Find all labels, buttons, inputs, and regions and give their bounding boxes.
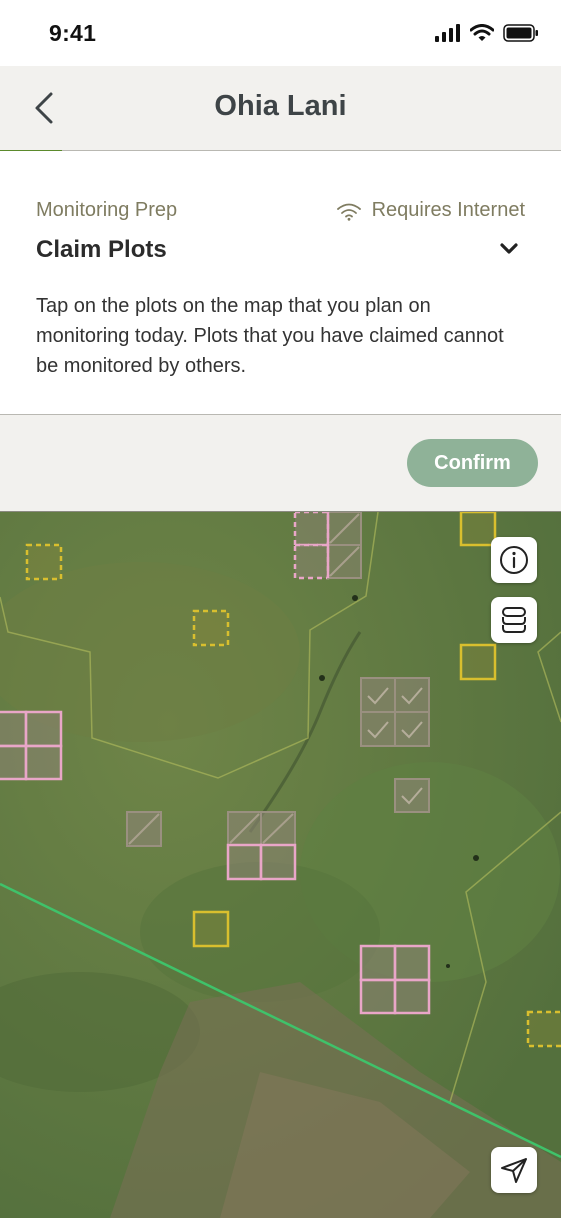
navigation-arrow-icon [501, 1158, 527, 1183]
plot-claimed[interactable] [24, 710, 63, 748]
plot-taken[interactable] [126, 811, 162, 847]
dark-spot [446, 964, 450, 968]
requires-internet-note: Requires Internet [336, 199, 525, 222]
header: Ohia Lani [0, 66, 561, 151]
plot-claimed[interactable] [259, 843, 297, 881]
action-bar: Confirm [0, 415, 561, 512]
map-layers-button[interactable] [491, 597, 537, 643]
plot-claimed[interactable] [0, 710, 28, 748]
plot-available[interactable] [459, 512, 497, 547]
map-view[interactable] [0, 512, 561, 1218]
plot-available[interactable] [192, 910, 230, 948]
chevron-down-icon [500, 243, 518, 254]
signal-icon [435, 24, 460, 42]
step-label: Monitoring Prep [36, 199, 178, 221]
status-icons [435, 24, 539, 42]
requires-internet-label: Requires Internet [371, 199, 525, 221]
map-info-button[interactable] [491, 537, 537, 583]
plot-claimed[interactable] [24, 744, 63, 781]
status-bar: 9:41 [0, 0, 561, 66]
plot-claimed[interactable] [393, 944, 431, 982]
map-canvas[interactable] [0, 512, 561, 1218]
step-title: Claim Plots [36, 236, 167, 263]
plot-available[interactable] [192, 609, 230, 647]
plot-claimed[interactable] [226, 843, 263, 881]
wifi-status-icon [470, 24, 494, 41]
plot-monitored[interactable] [394, 778, 430, 813]
info-icon [500, 546, 528, 574]
confirm-button[interactable]: Confirm [407, 439, 538, 487]
plot-claimed[interactable] [359, 978, 397, 1015]
wifi-icon [336, 203, 361, 221]
status-time: 9:41 [49, 20, 97, 46]
dark-spot [319, 675, 325, 681]
step-description: Tap on the plots on the map that you pla… [36, 295, 504, 377]
plot-available[interactable] [25, 543, 63, 581]
dark-spot [473, 855, 479, 861]
page-title: Ohia Lani [214, 90, 347, 122]
step-panel: Monitoring Prep Requires Internet Claim … [0, 151, 561, 415]
map-locate-button[interactable] [491, 1147, 537, 1193]
plot-claimed[interactable] [359, 944, 397, 982]
plot-claimed[interactable] [393, 978, 431, 1015]
plot-taken-group[interactable] [227, 811, 296, 846]
plot-claimed[interactable] [0, 744, 28, 781]
terrain-patch [140, 862, 380, 1002]
dark-spot [352, 595, 358, 601]
layers-icon [502, 607, 526, 633]
plot-claimed[interactable] [293, 512, 330, 547]
expand-step-button[interactable] [497, 237, 521, 261]
battery-icon [503, 24, 538, 42]
plot-available[interactable] [459, 643, 497, 681]
plot-claimed[interactable] [293, 543, 330, 580]
plot-monitored-group[interactable] [360, 677, 430, 747]
plot-available[interactable] [526, 1010, 561, 1048]
